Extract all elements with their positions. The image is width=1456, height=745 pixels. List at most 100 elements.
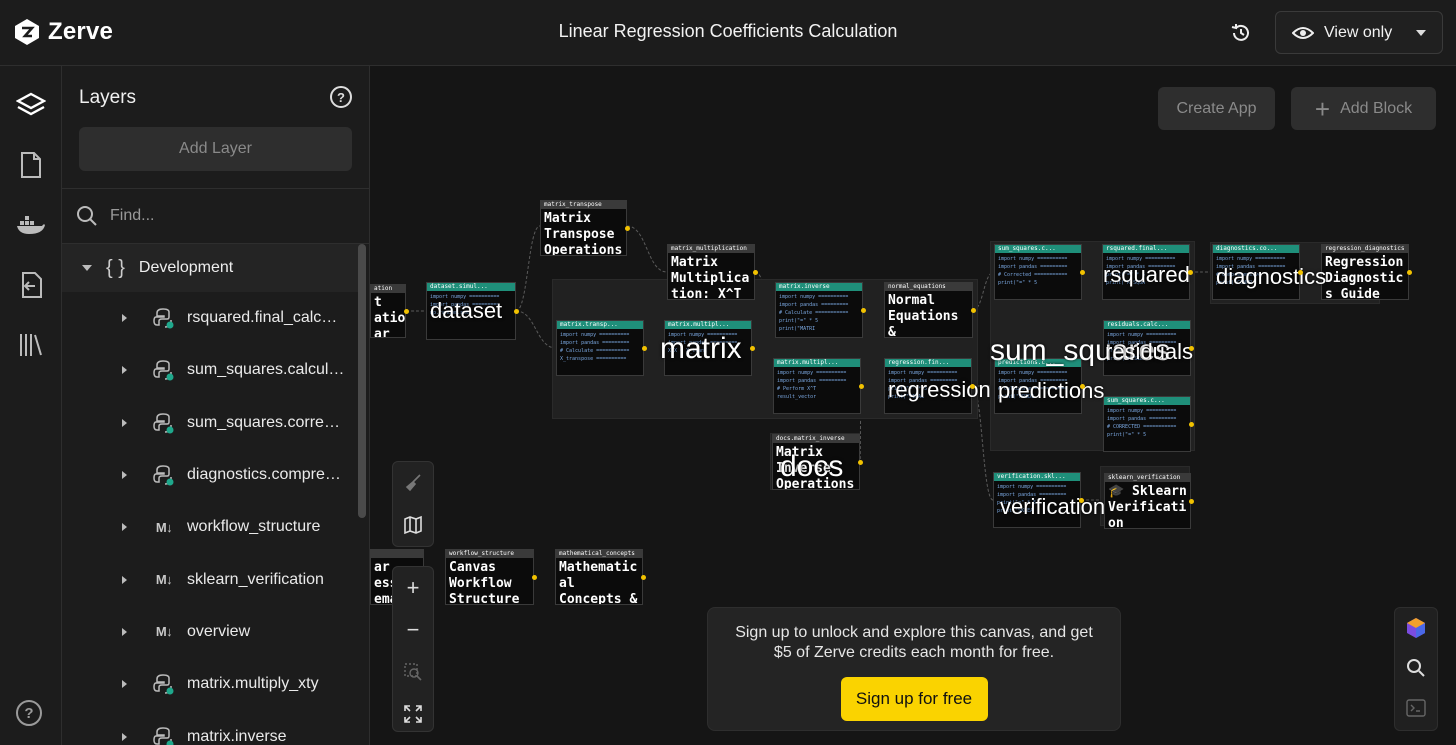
block-header: normal_equations: [885, 283, 972, 291]
tree-item[interactable]: matrix.inverse: [62, 710, 362, 745]
tree-item[interactable]: diagnostics.comprehensive: [62, 449, 362, 501]
tree-item[interactable]: M↓ workflow_structure: [62, 501, 362, 553]
caret-right-icon[interactable]: [122, 575, 127, 584]
canvas-block-rsquared-final[interactable]: rsquared.final... import numpy ==========…: [1102, 244, 1190, 300]
rail-library-button[interactable]: [13, 327, 49, 363]
zoom-selection-button[interactable]: [393, 651, 433, 693]
plus-icon: +: [1314, 93, 1331, 124]
canvas-block-matrix-transpose[interactable]: matrix_transpose Matrix Transpose Operati…: [540, 200, 627, 256]
canvas-block-mathematical-concepts[interactable]: mathematical_concepts Mathematic al Conce…: [555, 549, 643, 605]
find-input[interactable]: [110, 207, 330, 225]
signup-button[interactable]: Sign up for free: [840, 677, 988, 721]
canvas-block-matrix-multipl-1[interactable]: matrix.multipl... import numpy ==========…: [664, 320, 752, 376]
connection-handle[interactable]: [858, 460, 863, 465]
tree-item[interactable]: matrix.multiply_xty: [62, 658, 362, 710]
canvas-block-residuals-calc[interactable]: residuals.calc... import numpy ==========…: [1103, 320, 1191, 376]
canvas-block-workflow-structure[interactable]: workflow_structure Canvas Workflow Struct…: [445, 549, 534, 605]
tree-group-development[interactable]: { } Development: [62, 244, 362, 292]
create-app-button[interactable]: Create App: [1158, 87, 1275, 130]
canvas-block-regression-fin[interactable]: regression.fin... import numpy ==========…: [884, 358, 972, 414]
connection-handle[interactable]: [1079, 498, 1084, 503]
tree-item[interactable]: sum_squares.calculation: [62, 344, 362, 396]
connection-handle[interactable]: [859, 384, 864, 389]
zoom-in-button[interactable]: +: [393, 567, 433, 609]
canvas-block-docs-matrix-inverse[interactable]: docs.matrix_inverse Matrix Inverse Operat…: [772, 434, 860, 490]
fit-view-button[interactable]: [393, 693, 433, 735]
workflow-canvas[interactable]: ation t ation ar matrix_transpose Matrix Tr…: [370, 66, 1456, 745]
canvas-block-matrix-inverse[interactable]: matrix.inverse import numpy ========== im…: [775, 282, 863, 338]
connection-handle[interactable]: [861, 308, 866, 313]
caret-right-icon[interactable]: [122, 627, 127, 636]
canvas-block-sum-squares-c2[interactable]: sum_squares.c... import numpy ========== …: [1103, 396, 1191, 452]
connection-handle[interactable]: [1189, 422, 1194, 427]
map-button[interactable]: [393, 504, 433, 546]
rail-document-button[interactable]: [13, 147, 49, 183]
connection-handle[interactable]: [1080, 270, 1085, 275]
connection-handle[interactable]: [1407, 270, 1412, 275]
connection-handle[interactable]: [514, 309, 519, 314]
brand-logo[interactable]: Zerve: [14, 18, 113, 46]
canvas-block-overview-partial[interactable]: ation t ation ar: [370, 284, 406, 338]
canvas-block-sum-squares-c1[interactable]: sum_squares.c... import numpy ========== …: [994, 244, 1082, 300]
history-button[interactable]: [1228, 20, 1254, 46]
connection-handle[interactable]: [1188, 270, 1193, 275]
connection-handle[interactable]: [641, 575, 646, 580]
rail-layers-button[interactable]: [13, 87, 49, 123]
canvas-block-matrix-multipl-2[interactable]: matrix.multipl... import numpy ==========…: [773, 358, 861, 414]
canvas-edge: [626, 225, 668, 273]
tree-item[interactable]: M↓ overview: [62, 606, 362, 658]
canvas-block-sklearn-verification[interactable]: sklearn_verification 🎓 Sklearn Verificati…: [1104, 473, 1191, 529]
rail-docker-button[interactable]: [13, 207, 49, 243]
terminal-button[interactable]: [1395, 688, 1437, 728]
connection-handle[interactable]: [1298, 270, 1303, 275]
connection-handle[interactable]: [642, 346, 647, 351]
right-tools: [1394, 607, 1438, 731]
caret-right-icon[interactable]: [122, 523, 127, 532]
tree-item[interactable]: sum_squares.corrected: [62, 397, 362, 449]
canvas-block-diagnostics-co[interactable]: diagnostics.co... import numpy ==========…: [1212, 244, 1300, 300]
canvas-search-button[interactable]: [1395, 648, 1437, 688]
tree-item[interactable]: rsquared.final_calculation: [62, 292, 362, 344]
rail-export-button[interactable]: [13, 267, 49, 303]
zoom-selection-icon: [404, 663, 422, 681]
canvas-block-predictions-c[interactable]: predictions.c... import numpy ========== …: [994, 358, 1082, 414]
layers-help-icon[interactable]: ?: [330, 86, 352, 108]
caret-right-icon[interactable]: [122, 314, 127, 323]
tree-item[interactable]: M↓ sklearn_verification: [62, 553, 362, 605]
add-layer-button[interactable]: Add Layer: [79, 127, 352, 171]
caret-right-icon[interactable]: [122, 418, 127, 427]
block-header: sklearn_verification: [1105, 474, 1190, 482]
canvas-block-verification-skl[interactable]: verification.skl... import numpy ========…: [993, 472, 1081, 528]
canvas-block-matrix-transp[interactable]: matrix.transp... import numpy ========== …: [556, 320, 644, 376]
zerve-ai-button[interactable]: [1395, 608, 1437, 648]
layers-panel: Layers ? Add Layer { } Development rsqua…: [62, 66, 370, 745]
caret-right-icon[interactable]: [122, 366, 127, 375]
connection-handle[interactable]: [404, 309, 409, 314]
connection-handle[interactable]: [532, 575, 537, 580]
block-header: matrix_transpose: [541, 201, 626, 209]
view-mode-label: View only: [1324, 23, 1393, 41]
canvas-block-regression-diagnostics[interactable]: regression_diagnostics Regression Diagnos…: [1321, 244, 1409, 300]
caret-right-icon[interactable]: [122, 680, 127, 689]
block-code-body: import numpy ========== import pandas ==…: [779, 294, 849, 332]
connection-handle[interactable]: [1189, 499, 1194, 504]
canvas-block-dataset-simul[interactable]: dataset.simul... import numpy ========== …: [426, 282, 516, 340]
block-code-body: import numpy ========== import pandas ==…: [430, 294, 500, 316]
layers-scrollbar[interactable]: [358, 244, 366, 518]
caret-right-icon[interactable]: [122, 471, 127, 480]
zoom-out-button[interactable]: −: [393, 609, 433, 651]
canvas-block-matrix-multiplication[interactable]: matrix_multiplication Matrix Multiplica t…: [667, 244, 755, 300]
add-block-button[interactable]: + Add Block: [1291, 87, 1436, 130]
connection-handle[interactable]: [1080, 384, 1085, 389]
connection-handle[interactable]: [753, 270, 758, 275]
help-icon[interactable]: ?: [16, 700, 42, 726]
caret-right-icon[interactable]: [122, 732, 127, 741]
canvas-block-normal-equations[interactable]: normal_equations Normal Equations &: [884, 282, 973, 338]
connection-handle[interactable]: [970, 384, 975, 389]
connection-handle[interactable]: [971, 308, 976, 313]
connection-handle[interactable]: [750, 346, 755, 351]
connection-handle[interactable]: [1189, 346, 1194, 351]
connection-handle[interactable]: [625, 226, 630, 231]
view-mode-dropdown[interactable]: View only: [1275, 11, 1443, 54]
clean-button[interactable]: [393, 462, 433, 504]
